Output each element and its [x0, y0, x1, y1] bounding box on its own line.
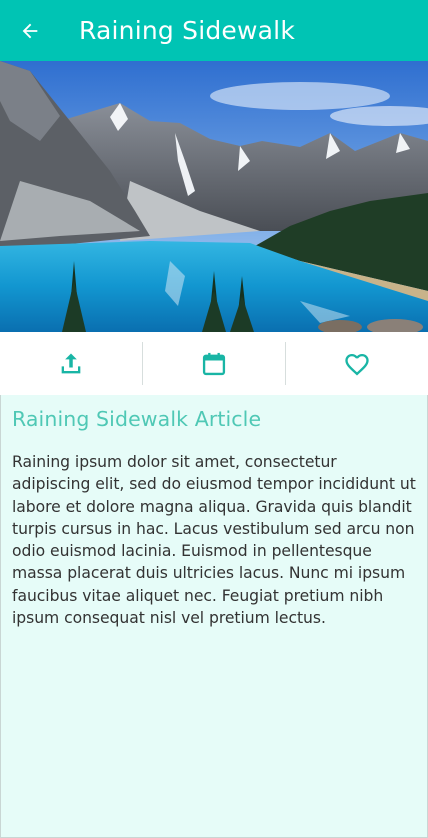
share-upload-icon — [61, 353, 81, 373]
app-bar: Raining Sidewalk — [0, 0, 428, 61]
article-section: Raining Sidewalk Article Raining ipsum d… — [0, 395, 428, 838]
article-title: Raining Sidewalk Article — [12, 407, 262, 431]
article-body: Raining ipsum dolor sit amet, consectetu… — [12, 453, 416, 628]
favorite-button[interactable] — [286, 332, 428, 395]
arrow-left-icon — [22, 23, 38, 38]
heart-icon — [345, 353, 369, 376]
back-button[interactable] — [0, 0, 60, 61]
mountain-lake-photo — [0, 61, 428, 332]
hero-image — [0, 61, 428, 332]
action-bar — [0, 332, 428, 395]
share-button[interactable] — [0, 332, 142, 395]
calendar-button[interactable] — [143, 332, 285, 395]
page-title: Raining Sidewalk — [79, 16, 295, 45]
calendar-icon — [202, 352, 226, 375]
